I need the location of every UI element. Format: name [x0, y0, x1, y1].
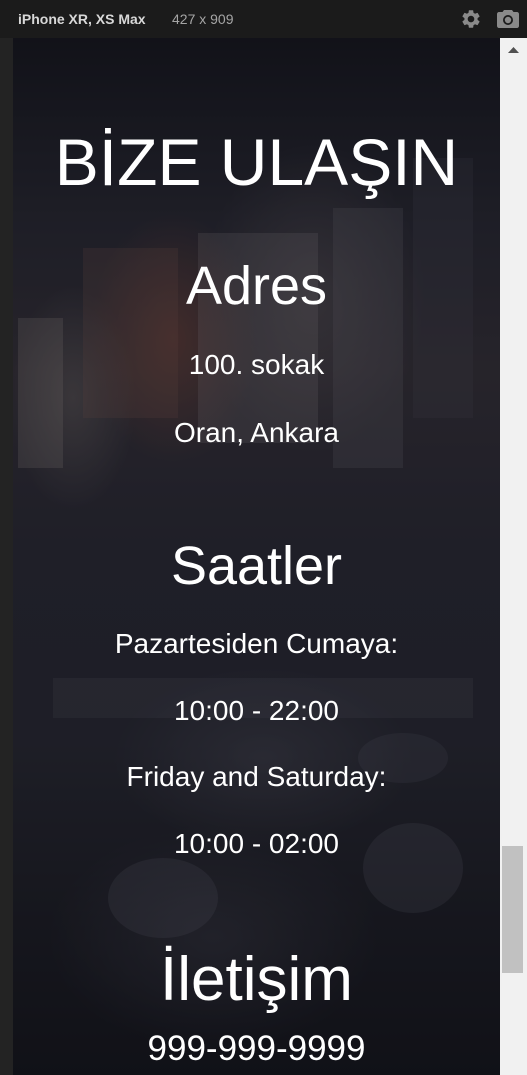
- gear-icon[interactable]: [460, 8, 482, 30]
- device-dimensions-label: 427 x 909: [172, 11, 234, 27]
- hours-weekend-time: 10:00 - 02:00: [173, 828, 340, 859]
- vertical-scrollbar[interactable]: [500, 38, 527, 1075]
- contact-heading: İletişim: [160, 945, 353, 1014]
- hours-weekday-label: Pazartesiden Cumaya:: [114, 628, 399, 659]
- address-heading: Adres: [185, 256, 328, 316]
- address-line-city: Oran, Ankara: [174, 417, 339, 448]
- page-title: BİZE ULAŞIN: [54, 125, 459, 199]
- scroll-up-arrow-icon[interactable]: [500, 44, 527, 56]
- scrollbar-thumb[interactable]: [502, 846, 523, 973]
- device-toolbar: iPhone XR, XS Max 427 x 909: [0, 0, 527, 38]
- camera-icon[interactable]: [496, 8, 520, 30]
- address-line-street: 100. sokak: [188, 349, 325, 380]
- device-name-label[interactable]: iPhone XR, XS Max: [18, 11, 146, 27]
- contact-phone[interactable]: 999-999-9999: [13, 1028, 500, 1070]
- hours-weekend-label: Friday and Saturday:: [126, 761, 387, 792]
- hours-heading: Saatler: [170, 536, 343, 596]
- page-viewport: BİZE ULAŞIN Adres 100. sokak Oran, Ankar…: [13, 38, 500, 1075]
- hours-weekday-time: 10:00 - 22:00: [173, 695, 340, 726]
